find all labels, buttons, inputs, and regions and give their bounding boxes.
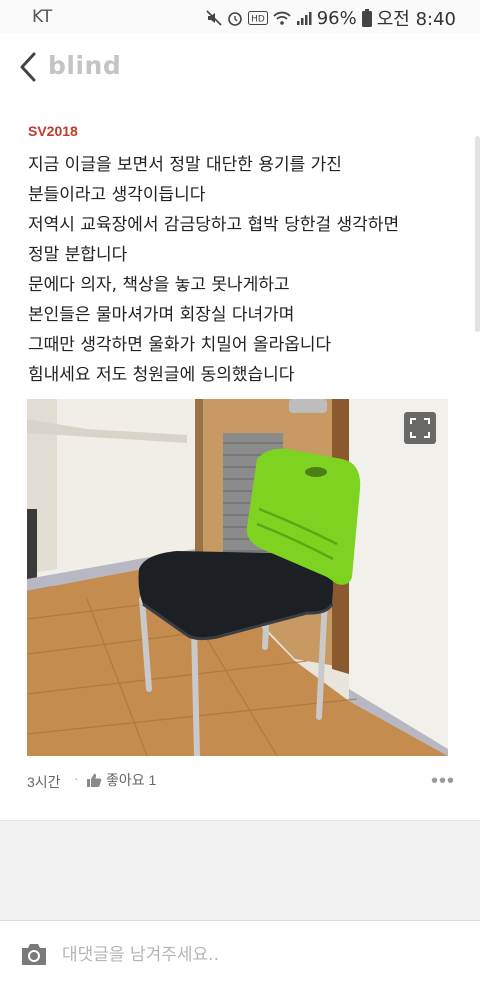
signal-icon	[296, 12, 312, 25]
post-meta: 3시간 · 좋아요 1 •••	[27, 770, 455, 796]
wifi-icon	[273, 11, 291, 25]
chair-photo	[27, 399, 448, 756]
camera-icon[interactable]	[20, 941, 48, 967]
post-line: 힘내세요 저도 청원글에 동의했습니다	[28, 365, 295, 385]
carrier-label: KT	[32, 7, 53, 27]
comment-bar	[0, 920, 480, 986]
author-name: SV2018	[28, 123, 78, 139]
empty-reply-area	[0, 820, 480, 920]
thumbs-up-icon	[87, 773, 102, 787]
svg-text:HD: HD	[251, 15, 265, 25]
attached-photo[interactable]	[27, 399, 448, 756]
expand-icon[interactable]	[404, 412, 436, 444]
comment-input[interactable]	[62, 939, 462, 971]
mute-icon	[206, 10, 222, 26]
battery-icon	[361, 9, 372, 27]
status-bar: KT HD 96% 오전 8:40	[0, 0, 480, 34]
post-line: 분들이라고 생각이듭니다	[28, 185, 206, 205]
post-line: 문에다 의자, 책상을 놓고 못나게하고	[28, 275, 290, 295]
meta-separator: ·	[74, 770, 79, 786]
brand-logo: blind	[48, 51, 122, 80]
chevron-left-icon[interactable]	[16, 50, 42, 84]
post-line: 본인들은 물마셔가며 회장실 다녀가며	[28, 305, 295, 325]
like-button[interactable]: 좋아요 1	[87, 770, 156, 790]
more-icon[interactable]: •••	[431, 770, 455, 793]
post-line: 정말 분합니다	[28, 245, 128, 265]
app-bar: blind	[0, 34, 480, 100]
scrollbar[interactable]	[475, 136, 480, 332]
post-body: 지금 이글을 보면서 정말 대단한 용기를 가진 분들이라고 생각이듭니다 저역…	[28, 150, 468, 390]
battery-level: 96%	[316, 7, 357, 29]
post-line: 저역시 교육장에서 감금당하고 협박 당한걸 생각하면	[28, 215, 400, 235]
status-icons: HD 96% 오전 8:40	[206, 5, 456, 31]
clock: 오전 8:40	[376, 9, 456, 30]
alarm-icon	[227, 12, 242, 26]
like-label: 좋아요 1	[106, 772, 157, 788]
post-line: 지금 이글을 보면서 정말 대단한 용기를 가진	[28, 155, 342, 175]
hd-icon: HD	[247, 11, 268, 25]
post-time: 3시간	[27, 774, 61, 790]
post-line: 그때만 생각하면 울화가 치밀어 올라옵니다	[28, 335, 332, 355]
